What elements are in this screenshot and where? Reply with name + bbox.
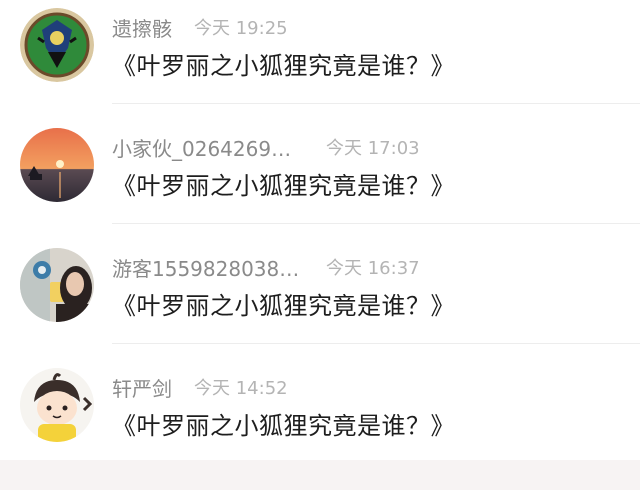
username[interactable]: 游客15598280380... <box>112 253 302 282</box>
comment-meta: 小家伙_02642699... 今天 17:03 <box>112 133 420 162</box>
article-title-link[interactable]: 《叶罗丽之小狐狸究竟是谁？》 <box>112 286 455 321</box>
divider <box>112 103 640 104</box>
timestamp: 今天 14:52 <box>194 378 288 399</box>
username[interactable]: 小家伙_02642699... <box>112 133 302 162</box>
list-item[interactable]: 游客15598280380... 今天 16:37 《叶罗丽之小狐狸究竟是谁？》 <box>0 240 640 360</box>
divider <box>112 343 640 344</box>
comment-meta: 轩严剑 今天 14:52 <box>112 373 288 402</box>
comment-meta: 遗擦骸 今天 19:25 <box>112 13 288 42</box>
divider <box>112 223 640 224</box>
timestamp: 今天 16:37 <box>326 258 420 279</box>
username[interactable]: 轩严剑 <box>112 373 172 402</box>
article-title-link[interactable]: 《叶罗丽之小狐狸究竟是谁？》 <box>112 406 455 441</box>
bottom-spacer <box>0 460 640 490</box>
avatar[interactable] <box>20 368 94 442</box>
comment-list: 遗擦骸 今天 19:25 《叶罗丽之小狐狸究竟是谁？》 小家伙_02642699… <box>0 0 640 490</box>
avatar[interactable] <box>20 8 94 82</box>
cartoon-boy-avatar-icon <box>20 368 94 442</box>
username[interactable]: 遗擦骸 <box>112 13 172 42</box>
timestamp: 今天 17:03 <box>326 138 420 159</box>
timestamp: 今天 19:25 <box>194 18 288 39</box>
tribal-emblem-avatar-icon <box>20 8 94 82</box>
article-title-link[interactable]: 《叶罗丽之小狐狸究竟是谁？》 <box>112 46 455 81</box>
article-title-link[interactable]: 《叶罗丽之小狐狸究竟是谁？》 <box>112 166 455 201</box>
list-item[interactable]: 小家伙_02642699... 今天 17:03 《叶罗丽之小狐狸究竟是谁？》 <box>0 120 640 240</box>
avatar[interactable] <box>20 248 94 322</box>
sunset-sea-avatar-icon <box>20 128 94 202</box>
selfie-photo-avatar-icon <box>20 248 94 322</box>
list-item[interactable]: 遗擦骸 今天 19:25 《叶罗丽之小狐狸究竟是谁？》 <box>0 0 640 120</box>
avatar[interactable] <box>20 128 94 202</box>
comment-meta: 游客15598280380... 今天 16:37 <box>112 253 420 282</box>
